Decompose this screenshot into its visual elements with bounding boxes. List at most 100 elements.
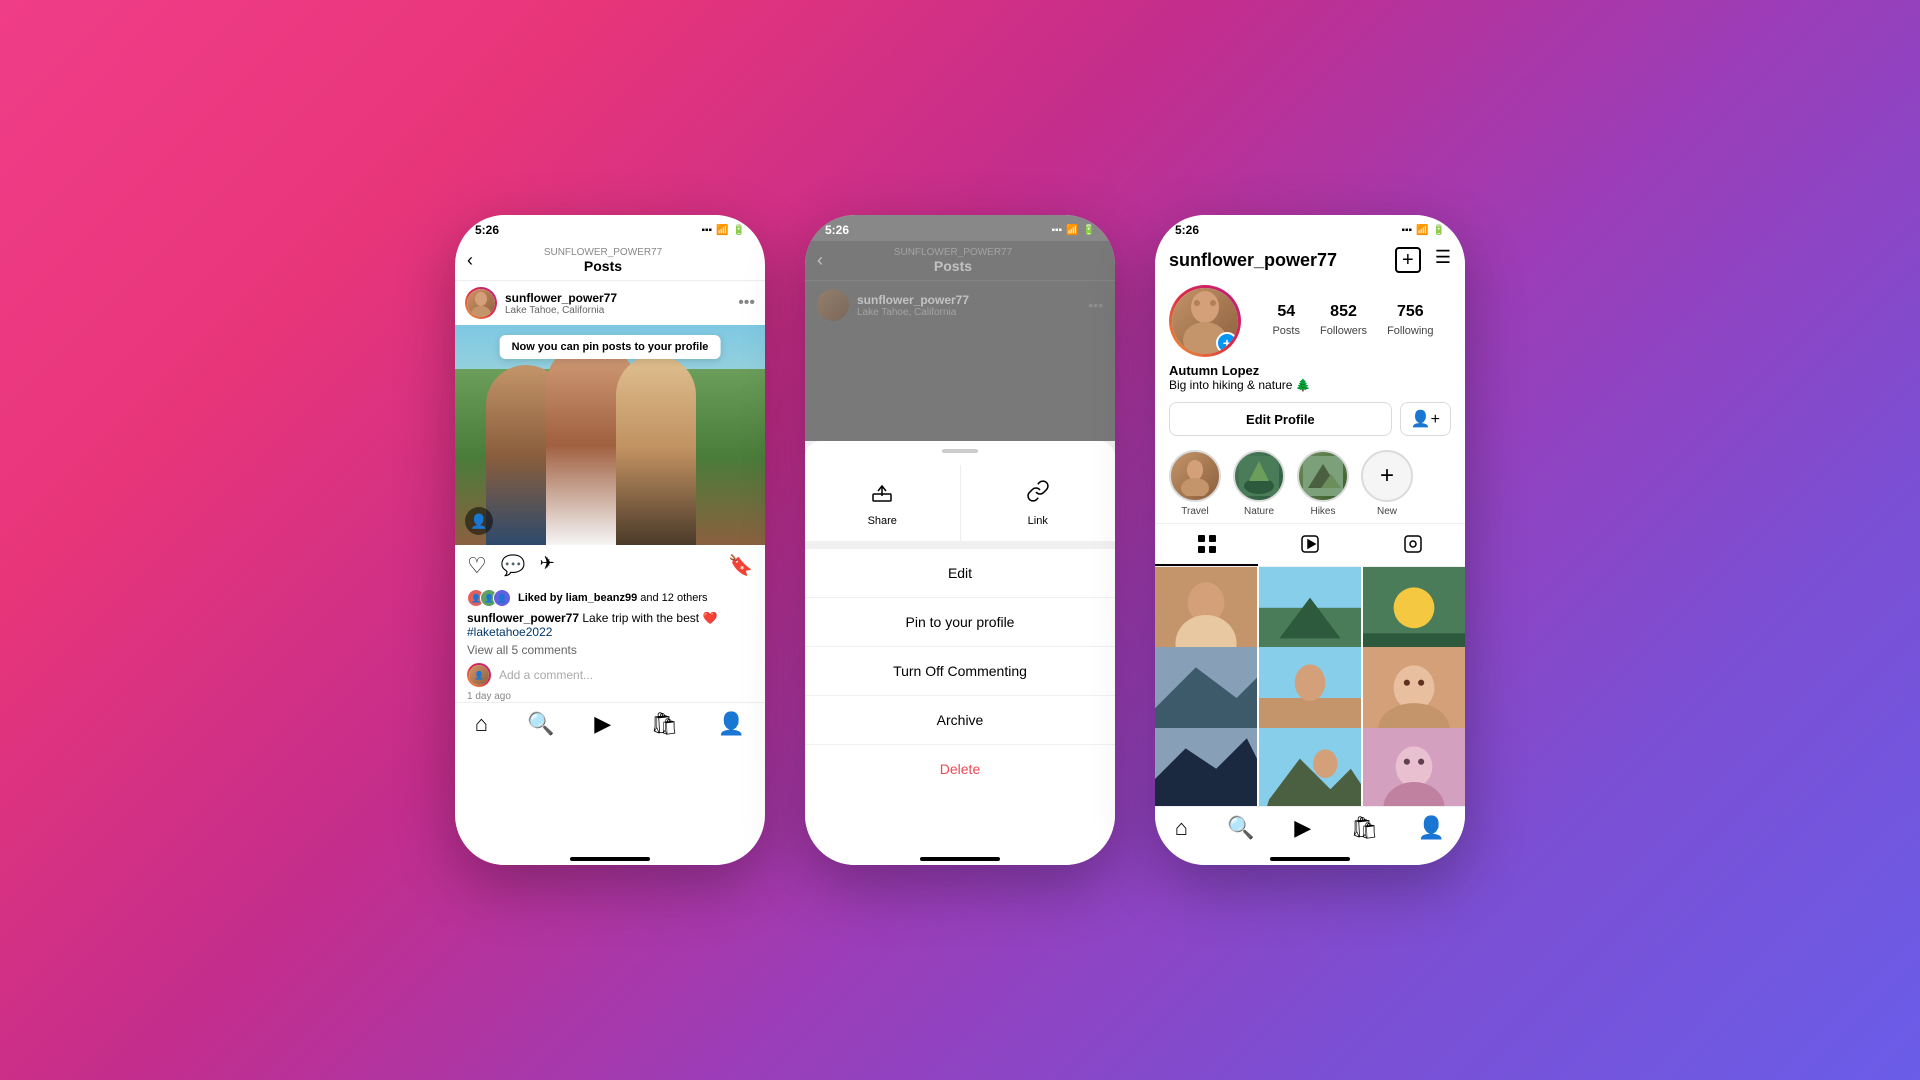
posts-stat[interactable]: 54 Posts: [1272, 303, 1300, 339]
nav-reels-3[interactable]: ▶: [1294, 815, 1311, 841]
post-more-icon-1[interactable]: •••: [738, 294, 755, 312]
turn-off-commenting-menu-item[interactable]: Turn Off Commenting: [805, 647, 1115, 696]
battery-icon-2: 🔋: [1083, 225, 1095, 236]
bottom-bar-3: [1155, 845, 1465, 865]
like-button-1[interactable]: ♡: [467, 553, 487, 579]
story-item-hikes[interactable]: Hikes: [1297, 450, 1349, 517]
new-post-icon[interactable]: +: [1395, 247, 1421, 273]
nav-reels-1[interactable]: ▶: [594, 711, 611, 737]
sheet-handle: [942, 449, 978, 453]
caption-hashtag: #laketahoe2022: [467, 625, 552, 639]
story-label-nature: Nature: [1244, 506, 1274, 517]
back-button-1[interactable]: ‹: [467, 250, 473, 271]
post-caption-1: sunflower_power77 Lake trip with the bes…: [455, 609, 765, 641]
battery-icon-3: 🔋: [1433, 225, 1445, 236]
share-label-2: Share: [868, 515, 897, 527]
followers-stat[interactable]: 852 Followers: [1320, 303, 1367, 339]
nav-profile-1[interactable]: 👤: [718, 711, 745, 737]
following-stat[interactable]: 756 Following: [1387, 303, 1433, 339]
nav-search-3[interactable]: 🔍: [1227, 815, 1254, 841]
post-image-1: Now you can pin posts to your profile 👤: [455, 325, 765, 545]
following-count: 756: [1387, 303, 1433, 321]
bottom-nav-3: ⌂ 🔍 ▶ 🛍 👤: [1155, 806, 1465, 845]
nav-home-1[interactable]: ⌂: [475, 711, 488, 737]
time-2: 5:26: [825, 223, 849, 237]
link-label: Link: [1028, 515, 1048, 527]
post-location-1: Lake Tahoe, California: [505, 305, 730, 316]
time-3: 5:26: [1175, 223, 1199, 237]
time-1: 5:26: [475, 223, 499, 237]
following-label: Following: [1387, 325, 1433, 337]
tab-reels[interactable]: [1258, 524, 1361, 566]
nav-profile-active-3[interactable]: 👤: [1418, 815, 1445, 841]
archive-menu-item[interactable]: Archive: [805, 696, 1115, 745]
nav-home-3[interactable]: ⌂: [1175, 815, 1188, 841]
post-user-row-1: sunflower_power77 Lake Tahoe, California…: [455, 281, 765, 325]
story-item-travel[interactable]: Travel: [1169, 450, 1221, 517]
link-button[interactable]: Link: [961, 465, 1116, 541]
share-button-2[interactable]: Share: [805, 465, 961, 541]
profile-header-icons: + ☰: [1395, 247, 1451, 273]
grid-cell-9[interactable]: [1363, 728, 1465, 806]
avatar-add-icon[interactable]: +: [1216, 332, 1238, 354]
comment-button-1[interactable]: 💬: [501, 553, 526, 579]
delete-menu-item[interactable]: Delete: [805, 745, 1115, 793]
signal-icon-2: ▪▪▪: [1051, 225, 1062, 236]
avatar-sm-1: [465, 287, 497, 319]
hamburger-icon[interactable]: ☰: [1435, 247, 1451, 273]
home-indicator-3: [1270, 857, 1350, 861]
posts-count: 54: [1272, 303, 1300, 321]
edit-profile-row: Edit Profile 👤+: [1155, 398, 1465, 444]
tab-tagged[interactable]: [1362, 524, 1465, 566]
save-button-1[interactable]: 🔖: [728, 553, 753, 579]
nav-search-1[interactable]: 🔍: [527, 711, 554, 737]
comment-input-1[interactable]: Add a comment...: [499, 668, 753, 682]
status-bar-1: 5:26 ▪▪▪ 📶 🔋: [455, 215, 765, 241]
posts-label: Posts: [1272, 325, 1300, 337]
status-icons-2: ▪▪▪ 📶 🔋: [1051, 225, 1095, 236]
followers-label: Followers: [1320, 325, 1367, 337]
profile-stats: 54 Posts 852 Followers 756 Following: [1255, 303, 1451, 339]
grid-cell-7[interactable]: [1155, 728, 1257, 806]
status-icons-3: ▪▪▪ 📶 🔋: [1401, 225, 1445, 236]
nav-shop-3[interactable]: 🛍: [1351, 815, 1379, 841]
story-item-new[interactable]: + New: [1361, 450, 1413, 517]
commenter-avatar-1: 👤: [467, 663, 491, 687]
photo-grid: [1155, 567, 1465, 806]
header-title-1: Posts: [544, 258, 662, 274]
phone1-content: ‹ SUNFLOWER_POWER77 Posts sunflower_powe…: [455, 241, 765, 845]
story-item-nature[interactable]: Nature: [1233, 450, 1285, 517]
bottom-bar-2: [805, 845, 1115, 865]
story-label-new: New: [1377, 506, 1397, 517]
wifi-icon-3: 📶: [1416, 225, 1428, 236]
phone3-content: sunflower_power77 + ☰ +: [1155, 241, 1465, 845]
action-sheet: Share Link Edit Pin to your profile Turn…: [805, 441, 1115, 845]
follow-suggestions-button[interactable]: 👤+: [1400, 402, 1451, 436]
nav-shop-1[interactable]: 🛍: [651, 711, 679, 737]
bio-desc: Big into hiking & nature 🌲: [1169, 378, 1451, 392]
profile-tabs: [1155, 523, 1465, 567]
share-button-1[interactable]: ✈: [540, 553, 555, 579]
stories-row: Travel Nature: [1155, 444, 1465, 523]
grid-cell-8[interactable]: [1259, 728, 1361, 806]
story-circle-hikes: [1297, 450, 1349, 502]
story-label-travel: Travel: [1181, 506, 1208, 517]
signal-icon-3: ▪▪▪: [1401, 225, 1412, 236]
view-comments-1[interactable]: View all 5 comments: [455, 641, 765, 659]
battery-icon: 🔋: [733, 225, 745, 236]
edit-menu-item[interactable]: Edit: [805, 549, 1115, 598]
phone-2: 5:26 ▪▪▪ 📶 🔋 ‹ SUNFLOWER_POWER77 Posts s…: [805, 215, 1115, 865]
edit-profile-button[interactable]: Edit Profile: [1169, 402, 1392, 436]
pin-menu-item[interactable]: Pin to your profile: [805, 598, 1115, 647]
wifi-icon-2: 📶: [1066, 225, 1078, 236]
post-header-center: SUNFLOWER_POWER77 Posts: [544, 247, 662, 274]
phone-1: 5:26 ▪▪▪ 📶 🔋 ‹ SUNFLOWER_POWER77 Posts: [455, 215, 765, 865]
profile-header: sunflower_power77 + ☰: [1155, 241, 1465, 279]
followers-count: 852: [1320, 303, 1367, 321]
status-bar-2: 5:26 ▪▪▪ 📶 🔋: [805, 215, 1115, 241]
tab-grid[interactable]: [1155, 524, 1258, 566]
bio-name: Autumn Lopez: [1169, 363, 1451, 378]
pin-tooltip: Now you can pin posts to your profile: [500, 335, 721, 359]
link-icon: [1026, 479, 1050, 509]
post-actions-1: ♡ 💬 ✈ 🔖: [455, 545, 765, 587]
